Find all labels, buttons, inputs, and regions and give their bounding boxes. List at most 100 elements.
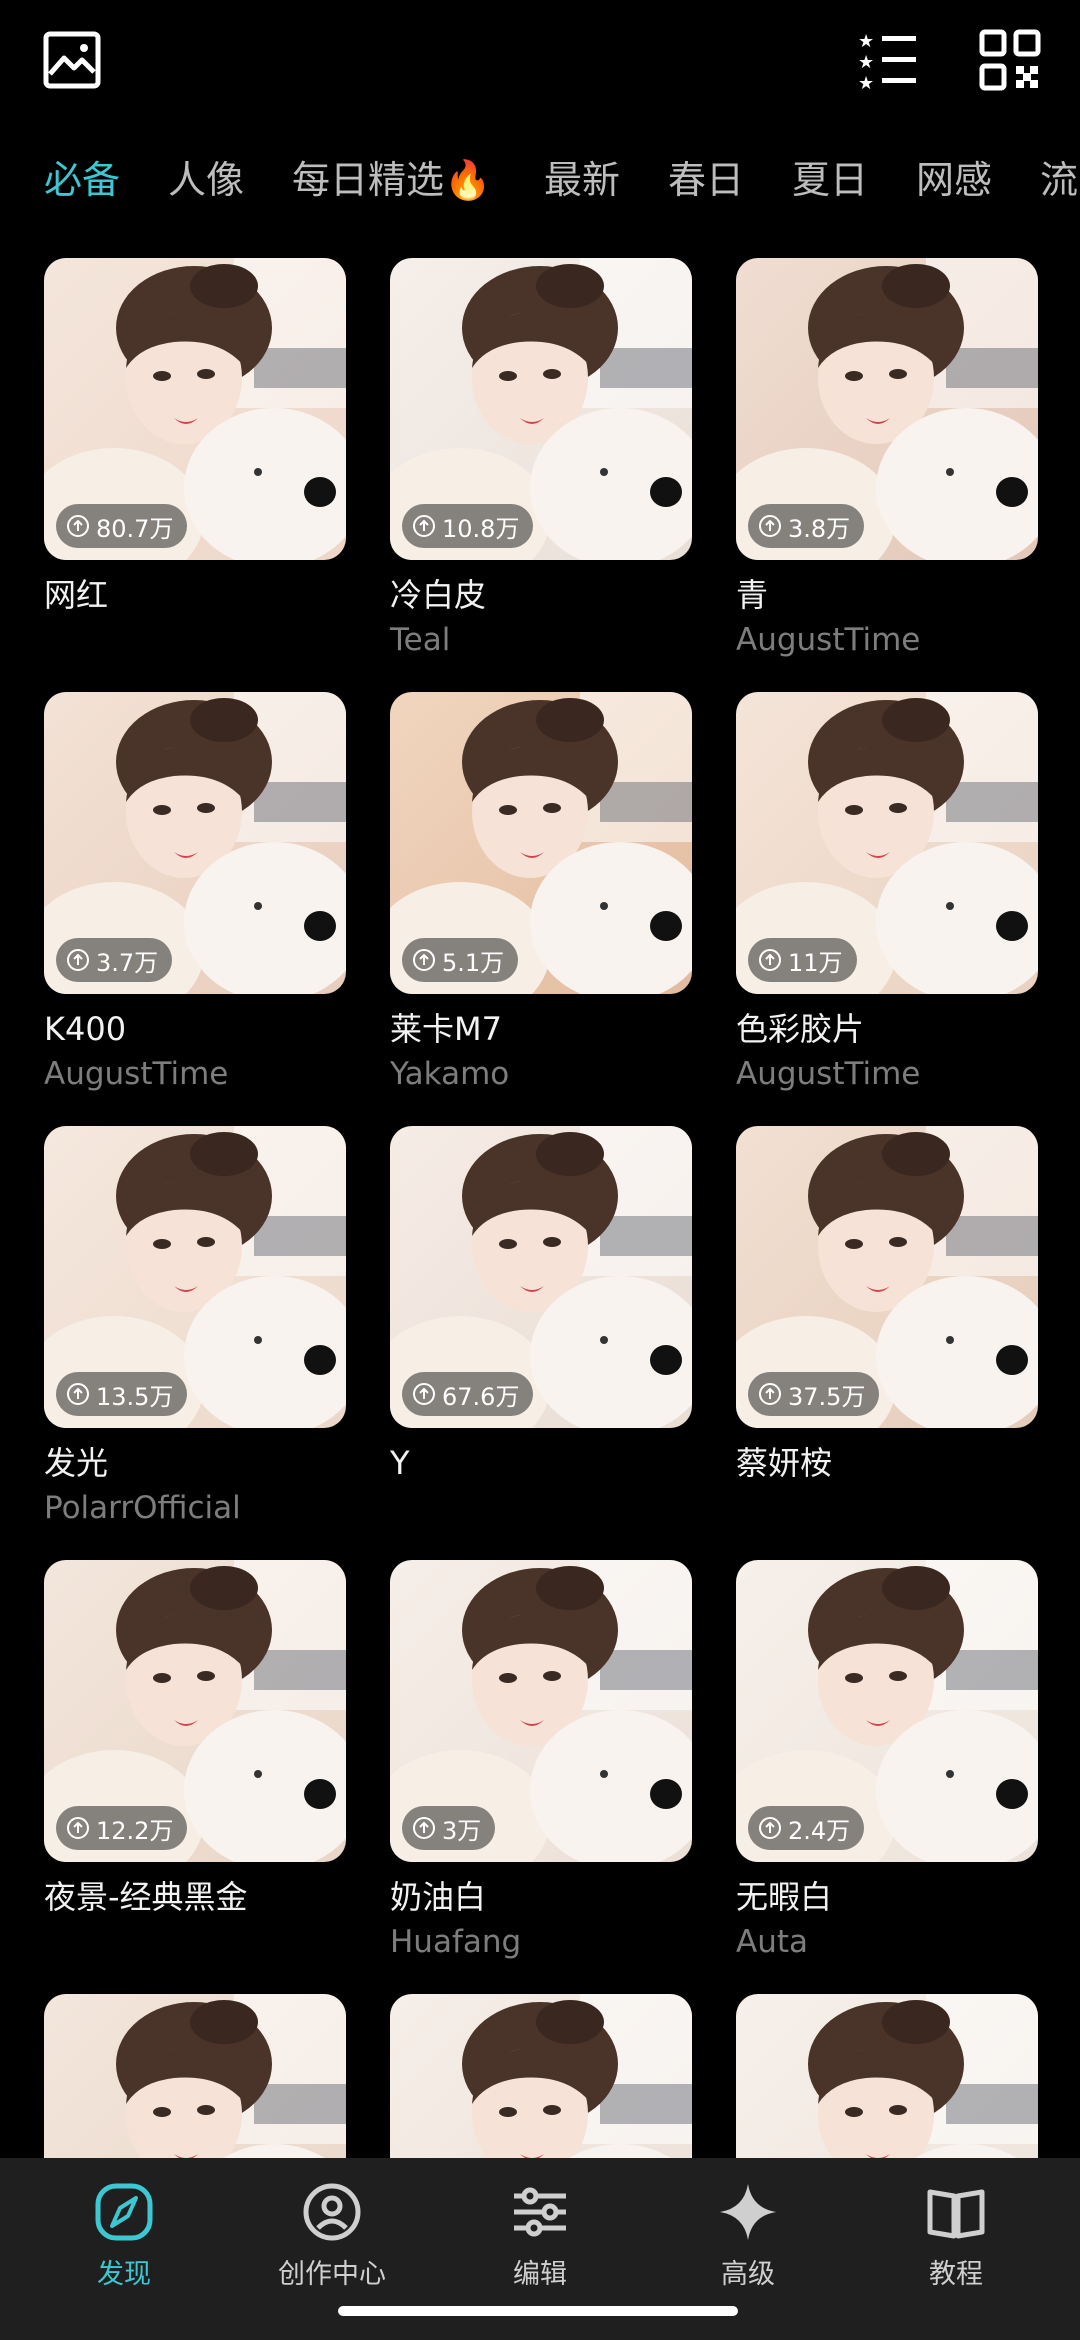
upload-icon xyxy=(413,515,435,537)
filter-card[interactable]: 3.8万青 AugustTime xyxy=(736,258,1038,662)
filter-author[interactable]: AugustTime xyxy=(44,1052,346,1096)
filter-author[interactable]: Yakamo xyxy=(390,1052,692,1096)
filter-title: 奶油白 xyxy=(390,1878,487,1916)
usage-count: 37.5万 xyxy=(788,1382,866,1411)
usage-count: 13.5万 xyxy=(96,1382,174,1411)
filter-card[interactable]: 3.7万 K400 AugustTime xyxy=(44,692,346,1096)
filter-title: 夜景-经典黑金 xyxy=(44,1878,248,1916)
filter-card[interactable] xyxy=(390,1994,692,2158)
filter-author[interactable]: AugustTime xyxy=(736,1052,1038,1096)
usage-count-badge: 80.7万 xyxy=(56,504,188,548)
book-icon xyxy=(927,2189,985,2239)
tab-newest[interactable]: 最新 xyxy=(544,152,620,208)
usage-count-badge: 2.4万 xyxy=(748,1806,865,1850)
tab-summer[interactable]: 夏日 xyxy=(792,152,868,208)
nav-creation-center[interactable]: 创作中心 xyxy=(232,2180,432,2291)
qr-code-icon[interactable] xyxy=(978,28,1042,92)
tab-daily-picks[interactable]: 每日精选🔥 xyxy=(292,152,491,208)
nav-label: 创作中心 xyxy=(278,2259,386,2290)
svg-text:★: ★ xyxy=(858,31,874,52)
filter-title: Y xyxy=(390,1444,410,1482)
tab-portrait[interactable]: 人像 xyxy=(168,152,244,208)
usage-count-badge: 37.5万 xyxy=(748,1372,880,1416)
usage-count-badge: 5.1万 xyxy=(402,938,519,982)
upload-icon xyxy=(759,1817,781,1839)
gallery-icon[interactable] xyxy=(40,28,104,92)
filter-title: 莱卡M7 xyxy=(390,1010,502,1048)
upload-icon xyxy=(67,515,89,537)
filter-preview-image[interactable]: 3万 xyxy=(390,1560,692,1862)
filter-preview-image[interactable]: 37.5万 xyxy=(736,1126,1038,1428)
filter-author[interactable]: Huafang xyxy=(390,1920,692,1964)
upload-icon xyxy=(759,515,781,537)
filter-preview-image[interactable]: 80.7万 xyxy=(44,258,346,560)
portrait-photo xyxy=(736,1994,1038,2158)
nav-label: 编辑 xyxy=(513,2259,567,2290)
filter-preview-image[interactable]: 2.4万 xyxy=(736,1560,1038,1862)
svg-text:★: ★ xyxy=(858,73,874,92)
tab-spring[interactable]: 春日 xyxy=(668,152,744,208)
filter-card[interactable]: 5.1万莱卡M7 Yakamo xyxy=(390,692,692,1096)
filter-preview-image[interactable] xyxy=(390,1994,692,2158)
filter-card[interactable]: 10.8万冷白皮 Teal xyxy=(390,258,692,662)
compass-icon xyxy=(95,2183,153,2241)
filter-preview-image[interactable]: 13.5万 xyxy=(44,1126,346,1428)
nav-edit[interactable]: 编辑 xyxy=(440,2180,640,2291)
usage-count: 2.4万 xyxy=(788,1816,851,1845)
upload-icon xyxy=(759,949,781,971)
filter-title: 冷白皮 xyxy=(390,576,487,614)
filter-card[interactable] xyxy=(736,1994,1038,2158)
filter-preview-image[interactable] xyxy=(44,1994,346,2158)
usage-count: 67.6万 xyxy=(442,1382,520,1411)
tab-more[interactable]: 流 xyxy=(1040,152,1078,208)
filter-card[interactable] xyxy=(44,1994,346,2158)
sliders-icon xyxy=(514,2187,566,2237)
filter-preview-image[interactable]: 12.2万 xyxy=(44,1560,346,1862)
filter-author[interactable]: PolarrOfficial xyxy=(44,1486,346,1530)
nav-advanced[interactable]: 高级 xyxy=(648,2180,848,2291)
usage-count: 3.8万 xyxy=(788,514,851,543)
usage-count: 5.1万 xyxy=(442,948,505,977)
usage-count: 10.8万 xyxy=(442,514,520,543)
filter-title: 蔡妍桉 xyxy=(736,1444,833,1482)
filter-preview-image[interactable]: 10.8万 xyxy=(390,258,692,560)
filter-preview-image[interactable]: 67.6万 xyxy=(390,1126,692,1428)
filter-preview-image[interactable]: 3.8万 xyxy=(736,258,1038,560)
filter-card[interactable]: 67.6万 Y xyxy=(390,1126,692,1486)
usage-count: 80.7万 xyxy=(96,514,174,543)
upload-icon xyxy=(413,949,435,971)
filter-author[interactable]: AugustTime xyxy=(736,618,1038,662)
filter-title: 发光 xyxy=(44,1444,109,1482)
filter-card[interactable]: 2.4万 无暇白 Auta xyxy=(736,1560,1038,1964)
nav-discover[interactable]: 发现 xyxy=(24,2180,224,2291)
svg-text:★: ★ xyxy=(858,52,874,73)
filter-list-icon[interactable]: ★ ★ ★ xyxy=(856,28,920,94)
usage-count-badge: 12.2万 xyxy=(56,1806,188,1850)
portrait-photo xyxy=(390,1994,692,2158)
filter-card[interactable]: 12.2万夜景-经典黑金 xyxy=(44,1560,346,1920)
filter-card[interactable]: 80.7万 网红 xyxy=(44,258,346,618)
nav-label: 教程 xyxy=(929,2259,983,2290)
upload-icon xyxy=(759,1383,781,1405)
portrait-photo xyxy=(44,1994,346,2158)
tab-essentials[interactable]: 必备 xyxy=(44,152,120,208)
nav-tutorial[interactable]: 教程 xyxy=(856,2180,1056,2291)
filter-preview-image[interactable]: 3.7万 xyxy=(44,692,346,994)
nav-label: 发现 xyxy=(97,2259,151,2290)
home-indicator xyxy=(338,2306,738,2316)
tab-web-style[interactable]: 网感 xyxy=(916,152,992,208)
upload-icon xyxy=(413,1383,435,1405)
upload-icon xyxy=(67,1383,89,1405)
filter-author[interactable]: Teal xyxy=(390,618,692,662)
filter-preview-image[interactable]: 11万 xyxy=(736,692,1038,994)
filter-preview-image[interactable]: 5.1万 xyxy=(390,692,692,994)
category-tabs: 必备 人像 每日精选🔥 最新 春日 夏日 网感 流 xyxy=(0,140,1080,220)
filter-card[interactable]: 3万奶油白 Huafang xyxy=(390,1560,692,1964)
upload-icon xyxy=(67,949,89,971)
usage-count: 3万 xyxy=(442,1816,482,1845)
filter-author[interactable]: Auta xyxy=(736,1920,1038,1964)
filter-card[interactable]: 13.5万发光 PolarrOfficial xyxy=(44,1126,346,1530)
filter-card[interactable]: 11万 色彩胶片 AugustTime xyxy=(736,692,1038,1096)
filter-card[interactable]: 37.5万蔡妍桉 xyxy=(736,1126,1038,1486)
filter-preview-image[interactable] xyxy=(736,1994,1038,2158)
